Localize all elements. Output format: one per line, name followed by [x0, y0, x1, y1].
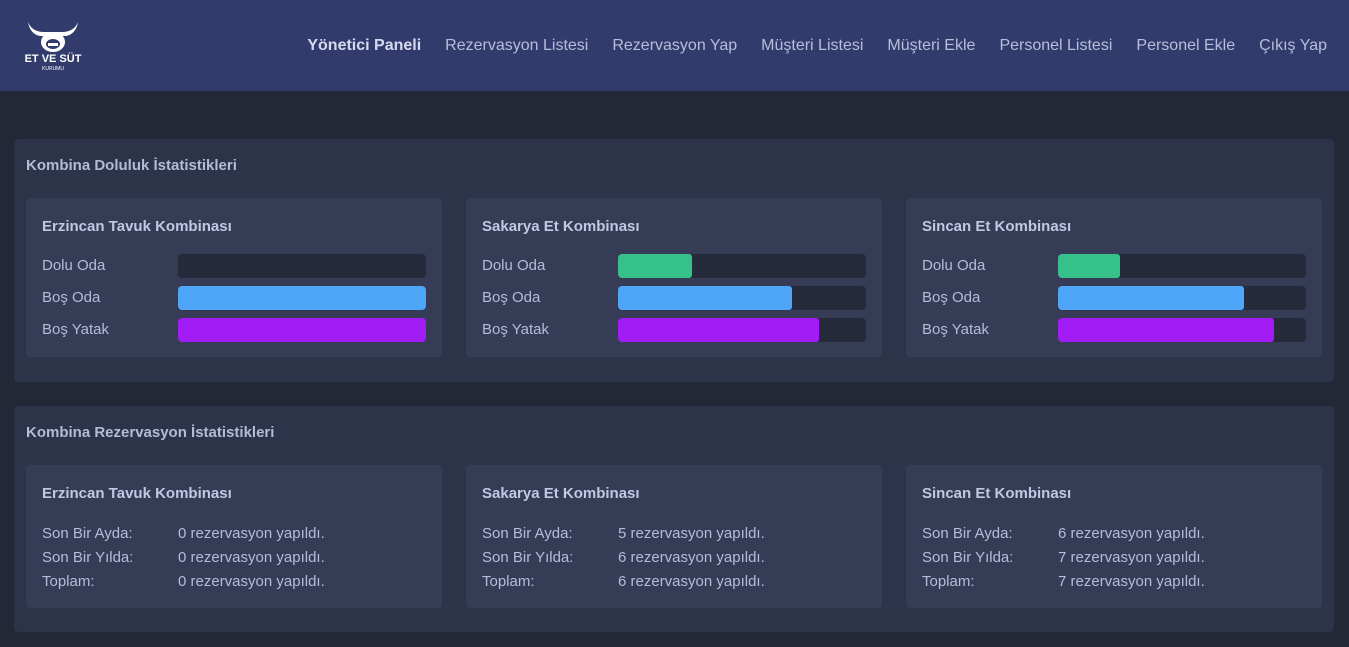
year-stat-row: Son Bir Yılda: 7 rezervasyon yapıldı.: [922, 549, 1306, 569]
occupancy-section: Kombina Doluluk İstatistikleri Erzincan …: [14, 139, 1334, 382]
bos-oda-bar: [178, 286, 426, 310]
bos-oda-bar: [1058, 286, 1244, 310]
dolu-oda-row: Dolu Oda: [922, 254, 1306, 278]
bull-logo-icon: ET VE SÜT KURUMU: [25, 22, 82, 72]
bos-yatak-row: Boş Yatak: [922, 318, 1306, 342]
nav-rezervasyon-yap[interactable]: Rezervasyon Yap: [612, 37, 737, 55]
year-stat-row: Son Bir Yılda: 0 rezervasyon yapıldı.: [42, 549, 426, 569]
month-label: Son Bir Ayda:: [482, 525, 573, 542]
total-stat-row: Toplam: 0 rezervasyon yapıldı.: [42, 573, 426, 593]
reservation-card: Erzincan Tavuk Kombinası Son Bir Ayda: 0…: [26, 465, 442, 608]
bos-yatak-track: [178, 318, 426, 342]
occupancy-card: Sakarya Et Kombinası Dolu Oda Boş Oda Bo…: [466, 198, 882, 357]
occupancy-section-title: Kombina Doluluk İstatistikleri: [26, 157, 237, 174]
month-stat-row: Son Bir Ayda: 6 rezervasyon yapıldı.: [922, 525, 1306, 545]
reservations-section-title: Kombina Rezervasyon İstatistikleri: [26, 424, 275, 441]
bos-oda-track: [618, 286, 866, 310]
card-title: Sakarya Et Kombinası: [482, 218, 640, 235]
bos-oda-label: Boş Oda: [482, 289, 541, 306]
main-nav: Yönetici Paneli Rezervasyon Listesi Reze…: [307, 34, 1327, 58]
year-label: Son Bir Yılda:: [482, 549, 574, 566]
bos-yatak-row: Boş Yatak: [482, 318, 866, 342]
bos-yatak-bar: [618, 318, 819, 342]
card-title: Erzincan Tavuk Kombinası: [42, 485, 232, 502]
dolu-oda-bar: [618, 254, 693, 278]
bos-oda-row: Boş Oda: [482, 286, 866, 310]
logo-subtext: KURUMU: [42, 66, 64, 72]
dolu-oda-row: Dolu Oda: [42, 254, 426, 278]
dolu-oda-track: [178, 254, 426, 278]
month-value: 0 rezervasyon yapıldı.: [178, 525, 325, 542]
nav-cikis-yap[interactable]: Çıkış Yap: [1259, 37, 1327, 55]
total-stat-row: Toplam: 7 rezervasyon yapıldı.: [922, 573, 1306, 593]
reservation-card: Sakarya Et Kombinası Son Bir Ayda: 5 rez…: [466, 465, 882, 608]
dolu-oda-label: Dolu Oda: [482, 257, 546, 274]
bos-oda-track: [1058, 286, 1306, 310]
bos-yatak-bar: [1058, 318, 1274, 342]
nav-rezervasyon-listesi[interactable]: Rezervasyon Listesi: [445, 37, 588, 55]
bos-yatak-label: Boş Yatak: [482, 321, 549, 338]
nav-personel-listesi[interactable]: Personel Listesi: [999, 37, 1112, 55]
bos-oda-label: Boş Oda: [922, 289, 981, 306]
nav-musteri-ekle[interactable]: Müşteri Ekle: [887, 37, 975, 55]
dolu-oda-track: [618, 254, 866, 278]
dolu-oda-row: Dolu Oda: [482, 254, 866, 278]
bos-oda-row: Boş Oda: [922, 286, 1306, 310]
occupancy-card: Sincan Et Kombinası Dolu Oda Boş Oda Boş…: [906, 198, 1322, 357]
bos-oda-row: Boş Oda: [42, 286, 426, 310]
year-stat-row: Son Bir Yılda: 6 rezervasyon yapıldı.: [482, 549, 866, 569]
nav-yonetici-paneli[interactable]: Yönetici Paneli: [307, 37, 421, 55]
bos-oda-label: Boş Oda: [42, 289, 101, 306]
year-label: Son Bir Yılda:: [922, 549, 1014, 566]
bos-yatak-row: Boş Yatak: [42, 318, 426, 342]
reservations-section: Kombina Rezervasyon İstatistikleri Erzin…: [14, 406, 1334, 632]
dolu-oda-label: Dolu Oda: [42, 257, 106, 274]
total-label: Toplam:: [482, 573, 535, 590]
total-value: 0 rezervasyon yapıldı.: [178, 573, 325, 590]
month-stat-row: Son Bir Ayda: 0 rezervasyon yapıldı.: [42, 525, 426, 545]
total-value: 7 rezervasyon yapıldı.: [1058, 573, 1205, 590]
bos-yatak-label: Boş Yatak: [42, 321, 109, 338]
logo-text: ET VE SÜT: [25, 52, 82, 65]
reservation-card: Sincan Et Kombinası Son Bir Ayda: 6 reze…: [906, 465, 1322, 608]
month-value: 5 rezervasyon yapıldı.: [618, 525, 765, 542]
bos-yatak-bar: [178, 318, 426, 342]
total-stat-row: Toplam: 6 rezervasyon yapıldı.: [482, 573, 866, 593]
month-label: Son Bir Ayda:: [42, 525, 133, 542]
card-title: Sincan Et Kombinası: [922, 218, 1072, 235]
card-title: Sincan Et Kombinası: [922, 485, 1072, 502]
dolu-oda-track: [1058, 254, 1306, 278]
dolu-oda-bar: [1058, 254, 1120, 278]
month-value: 6 rezervasyon yapıldı.: [1058, 525, 1205, 542]
year-label: Son Bir Yılda:: [42, 549, 134, 566]
year-value: 0 rezervasyon yapıldı.: [178, 549, 325, 566]
bos-yatak-label: Boş Yatak: [922, 321, 989, 338]
dolu-oda-label: Dolu Oda: [922, 257, 986, 274]
card-title: Erzincan Tavuk Kombinası: [42, 218, 232, 235]
top-navbar: ET VE SÜT KURUMU Yönetici Paneli Rezerva…: [0, 0, 1349, 91]
month-label: Son Bir Ayda:: [922, 525, 1013, 542]
card-title: Sakarya Et Kombinası: [482, 485, 640, 502]
total-label: Toplam:: [42, 573, 95, 590]
year-value: 6 rezervasyon yapıldı.: [618, 549, 765, 566]
nav-musteri-listesi[interactable]: Müşteri Listesi: [761, 37, 863, 55]
year-value: 7 rezervasyon yapıldı.: [1058, 549, 1205, 566]
bos-yatak-track: [618, 318, 866, 342]
brand-logo[interactable]: ET VE SÜT KURUMU: [22, 16, 84, 72]
total-label: Toplam:: [922, 573, 975, 590]
total-value: 6 rezervasyon yapıldı.: [618, 573, 765, 590]
bos-yatak-track: [1058, 318, 1306, 342]
month-stat-row: Son Bir Ayda: 5 rezervasyon yapıldı.: [482, 525, 866, 545]
bos-oda-bar: [618, 286, 792, 310]
bos-oda-track: [178, 286, 426, 310]
nav-personel-ekle[interactable]: Personel Ekle: [1136, 37, 1235, 55]
occupancy-card: Erzincan Tavuk Kombinası Dolu Oda Boş Od…: [26, 198, 442, 357]
